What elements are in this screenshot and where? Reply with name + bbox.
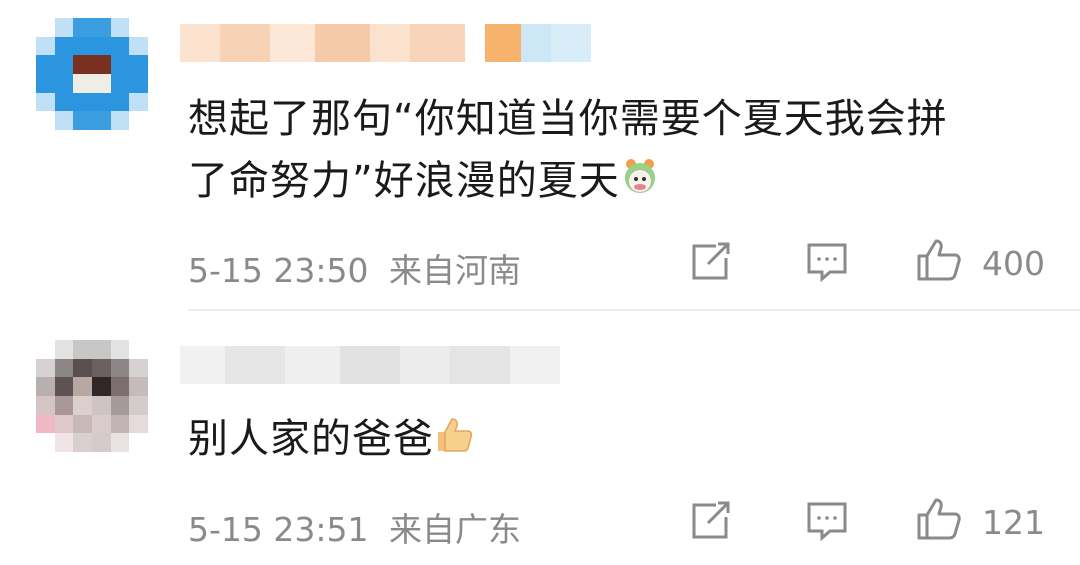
avatar[interactable] — [36, 340, 148, 452]
avatar[interactable] — [36, 18, 148, 130]
comment-item: 想起了那句“你知道当你需要个夏天我会拼 了命努力”好浪漫的夏天 5-15 23:… — [0, 0, 1080, 310]
username-blurred[interactable] — [180, 346, 560, 384]
cartoon-emoji-icon — [620, 152, 660, 214]
comment-text: 想起了那句“你知道当你需要个夏天我会拼 了命努力”好浪漫的夏天 — [188, 88, 948, 214]
username-blurred[interactable] — [180, 24, 591, 62]
like-icon[interactable] — [916, 238, 962, 286]
comment-text-line: 了命努力”好浪漫的夏天 — [188, 150, 948, 214]
comment-icon[interactable] — [806, 242, 848, 286]
like-count: 400 — [982, 244, 1045, 283]
comment-item: 别人家的爸爸 5-15 23:51 来自广东 121 — [0, 310, 1080, 565]
share-icon[interactable] — [690, 242, 732, 286]
like-icon[interactable] — [916, 497, 962, 545]
comment-meta: 5-15 23:50 来自河南 — [188, 244, 521, 292]
comment-text-line: 想起了那句“你知道当你需要个夏天我会拼 — [188, 96, 948, 142]
comment-text: 别人家的爸爸 — [188, 408, 474, 472]
share-icon[interactable] — [690, 501, 732, 545]
comment-meta: 5-15 23:51 来自广东 — [188, 503, 521, 551]
like-count: 121 — [982, 503, 1045, 542]
comment-time: 5-15 23:50 — [188, 251, 369, 290]
thumbs-up-emoji-icon — [434, 410, 474, 472]
comment-location: 来自广东 — [389, 510, 521, 549]
comment-time: 5-15 23:51 — [188, 510, 369, 549]
comment-text-line: 别人家的爸爸 — [188, 408, 474, 472]
comment-icon[interactable] — [806, 501, 848, 545]
comment-location: 来自河南 — [389, 251, 521, 290]
